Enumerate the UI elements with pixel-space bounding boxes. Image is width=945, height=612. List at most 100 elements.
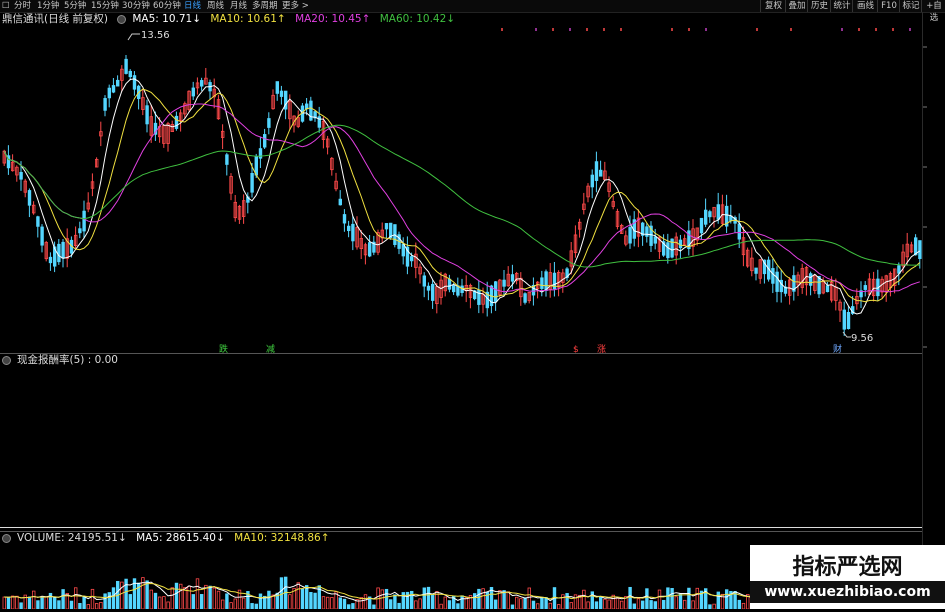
event-marker: 减: [266, 343, 275, 353]
period-tab[interactable]: 日线: [184, 0, 201, 12]
volume-bar: [27, 596, 32, 609]
candle-body: [771, 268, 775, 284]
candle-body: [699, 217, 704, 234]
ma60-label: MA60: 10.42↓: [379, 13, 456, 25]
volume-bar: [351, 603, 355, 609]
volume-bar: [632, 603, 636, 609]
volume-bar: [687, 587, 691, 609]
toolbar-button[interactable]: 复权: [760, 0, 786, 12]
volume-bar: [254, 603, 258, 609]
volume-bar: [178, 583, 183, 609]
candle-body: [342, 214, 347, 224]
volume-bar: [359, 597, 363, 609]
volume-bar: [86, 604, 90, 609]
volume-bar: [267, 590, 271, 609]
candle-body: [737, 223, 741, 240]
period-tab[interactable]: 周线: [207, 0, 224, 12]
volume-bar: [695, 587, 699, 609]
candle-body: [430, 283, 435, 301]
candle-body: [775, 271, 779, 292]
toolbar-button[interactable]: 标记: [899, 0, 922, 12]
volume-bar: [346, 604, 351, 609]
volume-bar: [74, 587, 78, 609]
volume-bar: [674, 596, 678, 609]
volume-bar: [657, 589, 662, 609]
volume-bar: [195, 578, 200, 609]
candle-body: [493, 281, 498, 302]
candle-body: [594, 161, 599, 181]
volume-bar: [506, 591, 510, 609]
candle-body: [678, 239, 683, 249]
volume-bar: [187, 585, 191, 609]
candle-body: [225, 154, 229, 165]
volume-bar: [304, 585, 309, 609]
volume-bar: [309, 592, 313, 609]
volume-bar: [128, 594, 132, 609]
toolbar-button[interactable]: +自选: [921, 0, 945, 23]
volume-bar: [716, 591, 720, 609]
candle-body: [145, 105, 149, 125]
site-watermark: 指标严选网 www.xuezhibiao.com: [750, 545, 945, 609]
toolbar-button[interactable]: 历史: [807, 0, 831, 12]
volume-bar: [443, 596, 447, 609]
candle-body: [523, 293, 527, 303]
candle-body: [367, 242, 372, 257]
volume-bar: [170, 587, 174, 609]
candle-body: [426, 285, 431, 291]
stock-title: 鼎信通讯(日线 前复权): [2, 13, 109, 25]
volume-bar: [557, 604, 561, 609]
volume-bar: [493, 599, 498, 609]
indicator-settings-icon[interactable]: [2, 355, 11, 365]
volume-bar: [666, 587, 670, 609]
candle-body: [78, 228, 82, 234]
toolbar-button[interactable]: 统计: [830, 0, 853, 12]
volume-bar: [594, 601, 599, 609]
volume-bar: [95, 603, 99, 609]
volume-bar: [32, 590, 36, 609]
period-tab[interactable]: 30分钟: [122, 0, 150, 12]
candle-body: [57, 243, 61, 263]
volume-bar: [10, 595, 15, 609]
volume-settings-icon[interactable]: [2, 533, 11, 543]
ma20-label: MA20: 10.45↑: [295, 13, 371, 25]
volume-bar: [477, 588, 481, 609]
volume-bar: [603, 598, 607, 609]
volume-bar: [212, 587, 216, 609]
candle-body: [863, 285, 867, 290]
volume-bar: [628, 586, 632, 609]
period-tab[interactable]: 多周期: [252, 0, 278, 12]
volume-bar: [544, 597, 548, 609]
volume-bar: [439, 603, 443, 609]
volume-bar: [422, 587, 426, 609]
period-tab[interactable]: 1分钟: [37, 0, 59, 12]
candle-body: [36, 216, 40, 227]
volume-bar: [708, 604, 712, 609]
toolbar-button[interactable]: F10: [877, 0, 900, 12]
event-marker: $: [573, 345, 579, 353]
candle-body: [128, 70, 132, 78]
toolbar-button[interactable]: 画线: [852, 0, 878, 12]
volume-bar: [229, 602, 233, 609]
volume-bar: [397, 602, 401, 609]
volume-bar: [61, 589, 65, 609]
candle-body: [708, 211, 712, 218]
period-tab[interactable]: 60分钟: [153, 0, 181, 12]
period-tab[interactable]: 月线: [230, 0, 247, 12]
period-tab[interactable]: 15分钟: [91, 0, 119, 12]
toolbar-menu-icon[interactable]: ☐: [2, 0, 10, 12]
candle-body: [540, 277, 544, 289]
candlestick-chart[interactable]: 13.56 9.56 跌 减 $ 涨 财: [0, 26, 922, 353]
candle-body: [267, 118, 271, 128]
candle-body: [132, 75, 137, 90]
volume-bar: [107, 592, 111, 609]
candle-body: [279, 90, 284, 97]
settings-dot-icon[interactable]: [117, 14, 127, 24]
candle-body: [48, 256, 53, 264]
period-tab[interactable]: 分时: [14, 0, 31, 12]
price-scale: [922, 12, 945, 609]
volume-bar: [653, 601, 657, 609]
volume-bar: [712, 603, 716, 609]
toolbar-button[interactable]: 叠加: [785, 0, 808, 12]
period-tab[interactable]: 更多 >: [282, 0, 309, 12]
period-tab[interactable]: 5分钟: [64, 0, 86, 12]
